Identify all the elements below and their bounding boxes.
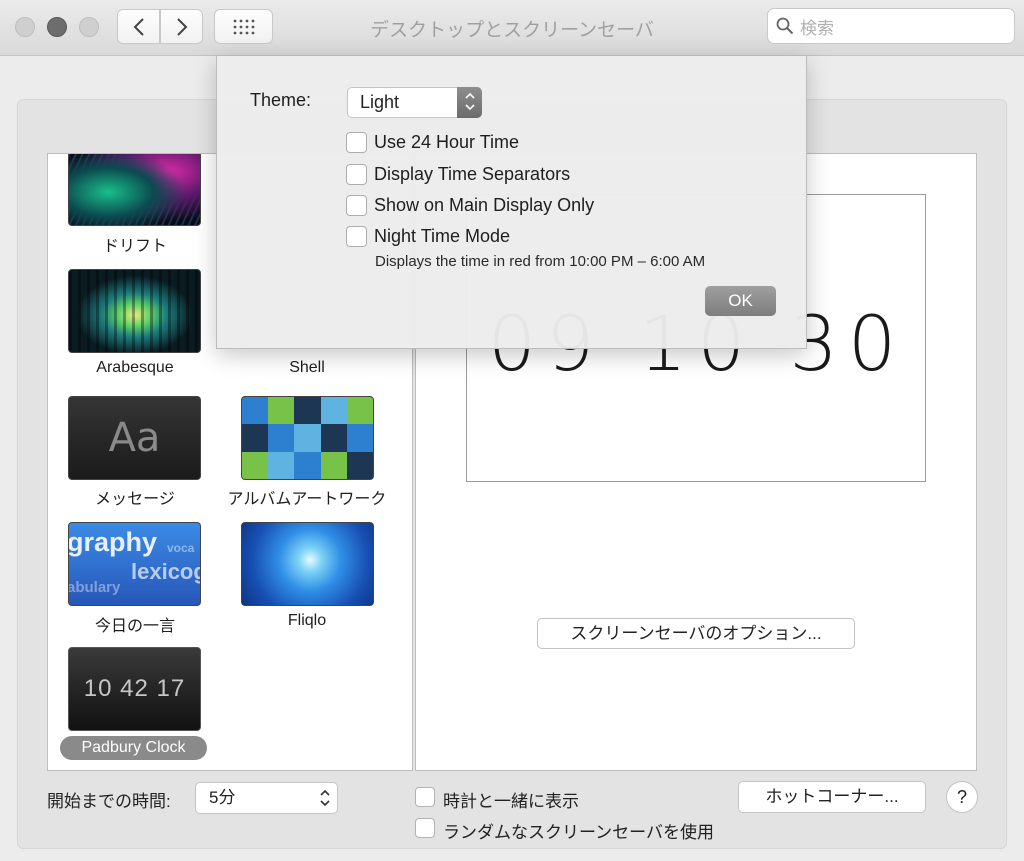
thumb-word: abulary (68, 579, 121, 596)
night-mode-hint: Displays the time in red from 10:00 PM –… (375, 253, 706, 270)
start-after-value: 5分 (209, 788, 236, 807)
ok-button[interactable]: OK (705, 286, 776, 316)
screensaver-thumb-album-artwork[interactable] (241, 396, 374, 480)
show-all-button[interactable] (214, 9, 273, 44)
search-placeholder: 検索 (800, 18, 834, 38)
use-24-hour-checkbox[interactable] (346, 132, 367, 153)
chevron-right-icon (176, 17, 187, 36)
close-window-button[interactable] (15, 17, 35, 37)
minimize-window-button[interactable] (47, 17, 67, 37)
start-after-label: 開始までの時間: (47, 792, 171, 811)
help-button[interactable]: ? (946, 781, 978, 813)
padbury-options-sheet: Theme: Light Use 24 Hour Time Display Ti… (216, 56, 807, 349)
chevron-left-icon (133, 17, 144, 36)
random-screensaver-label: ランダムなスクリーンセーバを使用 (443, 823, 714, 842)
screensaver-label-selected: Padbury Clock (60, 736, 207, 760)
hot-corners-button[interactable]: ホットコーナー... (738, 781, 926, 813)
screensaver-label: Fliqlo (287, 612, 327, 629)
grid-icon (233, 19, 254, 34)
forward-button[interactable] (160, 9, 203, 44)
screensaver-label: アルバムアートワーク (227, 491, 387, 508)
window-title: デスクトップとスクリーンセーバ (370, 20, 654, 41)
screensaver-label: メッセージ (95, 491, 175, 508)
search-field[interactable]: 検索 (767, 8, 1015, 44)
thumb-word: lexicog (131, 559, 201, 584)
screensaver-label: Arabesque (96, 359, 174, 376)
theme-value: Light (360, 92, 400, 112)
back-button[interactable] (117, 9, 160, 44)
screensaver-thumb-arabesque[interactable] (68, 269, 201, 353)
use-24-hour-label: Use 24 Hour Time (374, 132, 520, 152)
theme-select[interactable]: Light (347, 87, 482, 118)
main-display-only-label: Show on Main Display Only (374, 195, 595, 215)
time-separators-label: Display Time Separators (374, 164, 571, 184)
random-screensaver-checkbox[interactable] (415, 818, 435, 838)
screensaver-thumb-word-of-day[interactable]: graphy voca lexicog abulary (68, 522, 201, 606)
screensaver-thumb-message[interactable]: Aa (68, 396, 201, 480)
show-with-clock-label: 時計と一緒に表示 (443, 792, 579, 811)
thumb-word: graphy (68, 527, 158, 557)
thumb-word: voca (167, 541, 195, 555)
start-after-select[interactable]: 5分 (195, 782, 338, 814)
up-down-arrows-icon (320, 789, 330, 807)
title-bar: デスクトップとスクリーンセーバ 検索 (0, 0, 1024, 56)
night-time-mode-label: Night Time Mode (374, 226, 511, 246)
show-with-clock-checkbox[interactable] (415, 787, 435, 807)
time-separators-checkbox[interactable] (346, 164, 367, 185)
screensaver-thumb-padbury-clock[interactable]: 10 42 17 (68, 647, 201, 731)
screensaver-options-button[interactable]: スクリーンセーバのオプション... (537, 618, 855, 649)
up-down-arrows-icon (457, 87, 482, 118)
screensaver-label: Shell (289, 359, 325, 376)
zoom-window-button[interactable] (79, 17, 99, 37)
screensaver-label: 今日の一言 (94, 618, 175, 635)
screensaver-thumb-drift[interactable] (68, 154, 201, 226)
thumb-text: Aa (108, 415, 161, 461)
search-icon (776, 17, 794, 35)
main-display-only-checkbox[interactable] (346, 195, 367, 216)
theme-label: Theme: (250, 90, 312, 110)
night-time-mode-checkbox[interactable] (346, 226, 367, 247)
screensaver-label: ドリフト (102, 238, 167, 255)
thumb-text: 10 42 17 (83, 675, 186, 702)
screensaver-thumb-fliqlo[interactable] (241, 522, 374, 606)
